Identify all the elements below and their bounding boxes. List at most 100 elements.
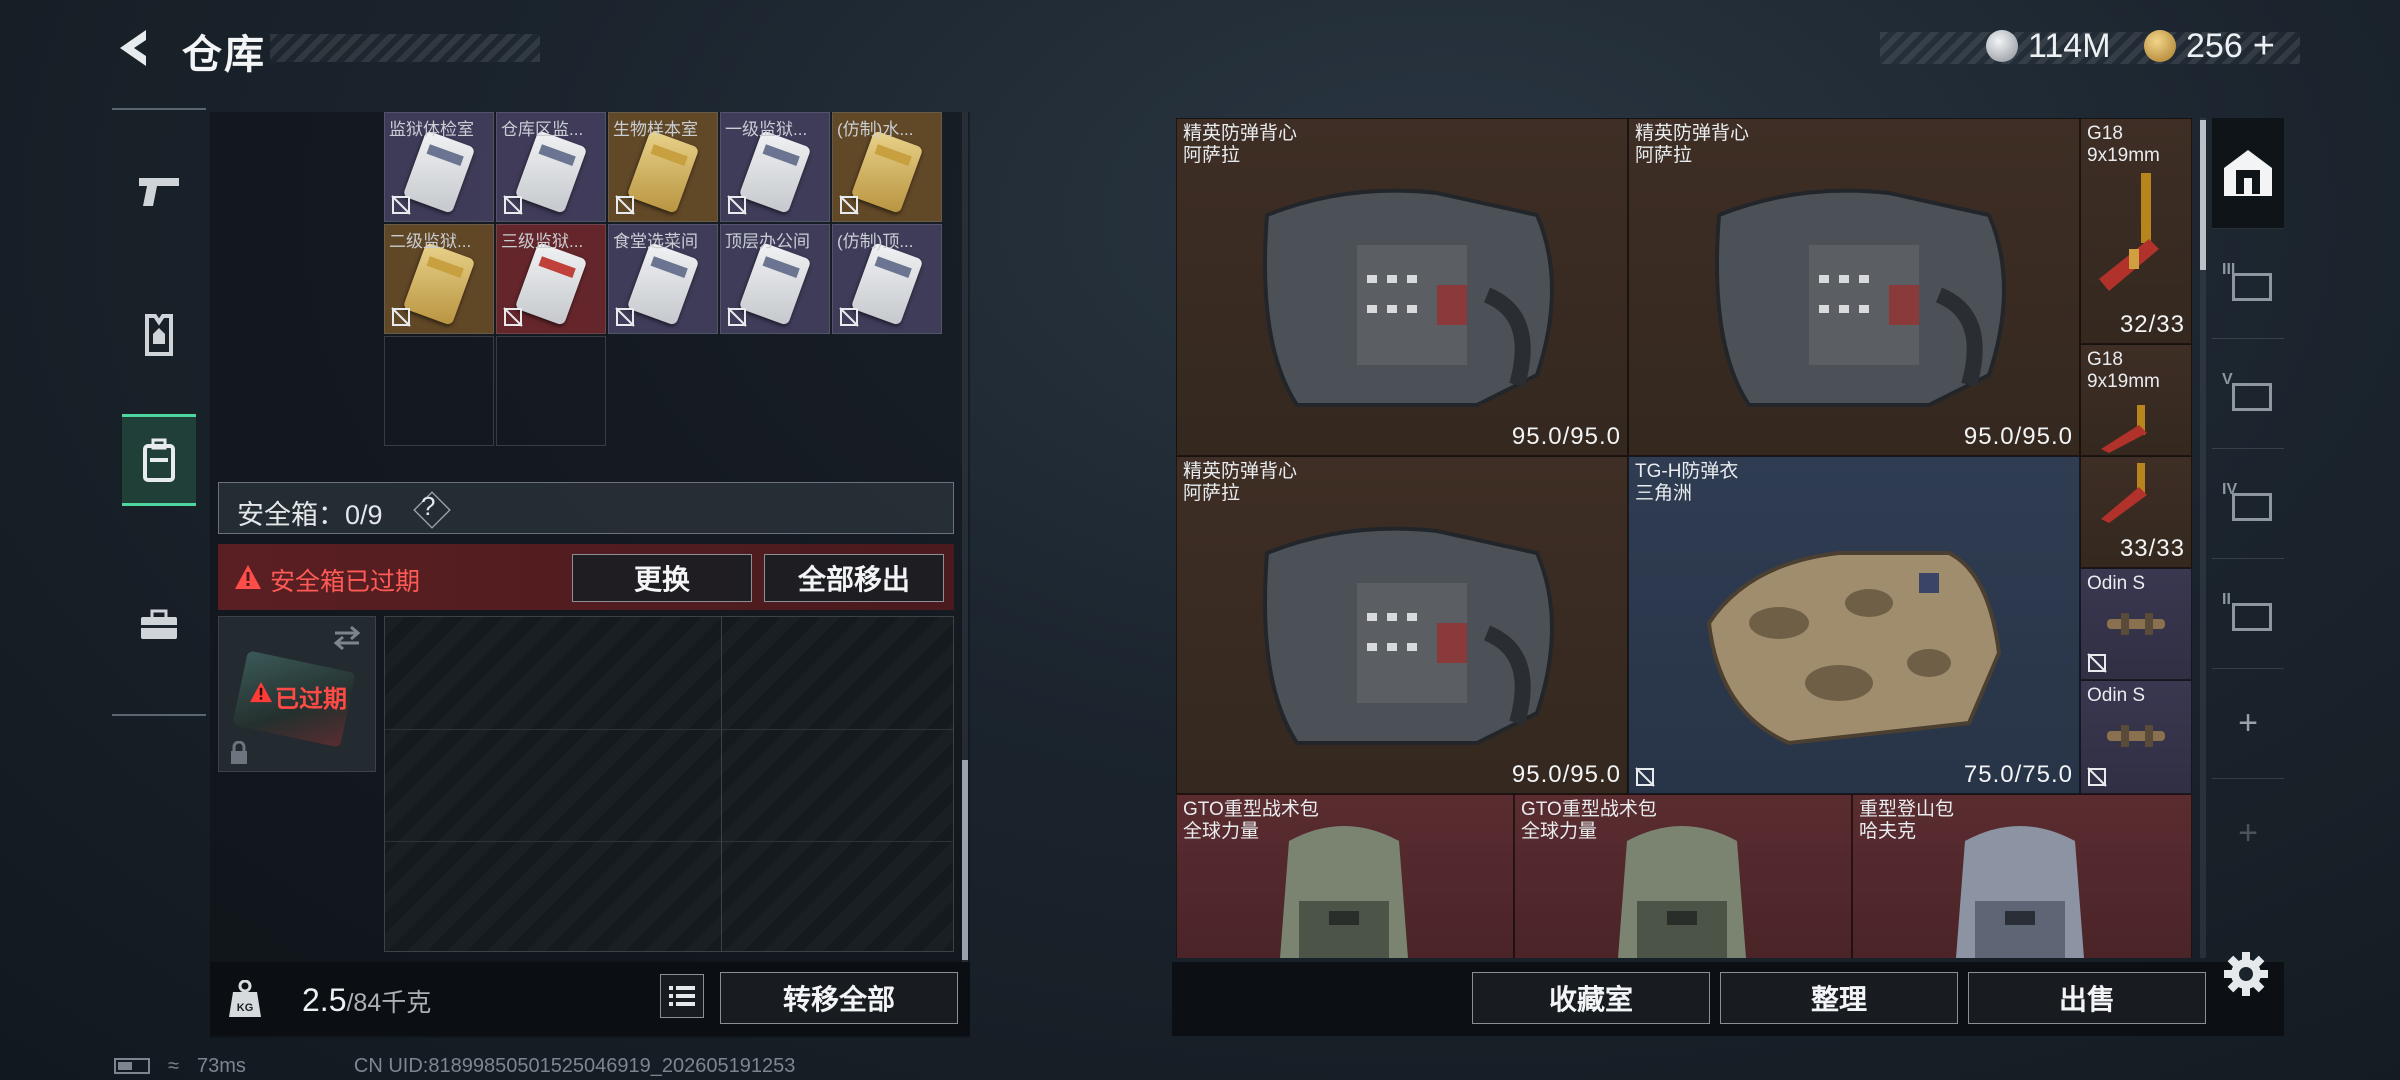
inventory-scroll-thumb[interactable]: [962, 760, 968, 960]
item-name: Odin S: [2087, 685, 2146, 706]
scope-image: [2107, 725, 2165, 747]
item-brand: 阿萨拉: [1183, 145, 1241, 166]
stash-item[interactable]: GTO重型战术包 全球力量: [1176, 794, 1514, 958]
empty-slot[interactable]: [384, 336, 494, 446]
keycard-label: 食堂选菜间: [613, 232, 698, 251]
left-category-nav: [112, 108, 206, 716]
page-title: 仓库: [182, 33, 266, 77]
item-name: G18: [2087, 349, 2123, 370]
no-bind-icon: [727, 195, 747, 215]
toolbox-icon: [141, 609, 177, 639]
nav-tools[interactable]: [122, 580, 196, 670]
item-caliber: 9x19mm: [2087, 371, 2160, 392]
keycard-label: 顶层办公间: [725, 232, 810, 251]
add-gold-icon[interactable]: +: [2253, 25, 2275, 68]
item-name: 重型登山包: [1859, 799, 1955, 820]
tactical-bag-image: [1280, 826, 1408, 958]
tab-stash-5[interactable]: V: [2212, 338, 2284, 449]
battery-icon: [114, 1058, 150, 1074]
keycard-slot[interactable]: 仓库区监...: [496, 112, 606, 222]
keycard-label: (仿制)顶...: [837, 232, 914, 251]
stash-tabs: III V IV II + +: [2212, 118, 2284, 958]
nav-weapons[interactable]: [122, 146, 196, 236]
stash-item[interactable]: Odin S: [2080, 680, 2192, 794]
swap-icon[interactable]: [331, 625, 363, 651]
stash-item[interactable]: 33/33: [2080, 456, 2192, 568]
warning-icon: [250, 681, 272, 703]
tab-add-stash[interactable]: +: [2212, 668, 2284, 779]
add-tab-disabled-icon: +: [2238, 813, 2258, 852]
keycard-slot[interactable]: 食堂选菜间: [608, 224, 718, 334]
stash-grid: 精英防弹背心 阿萨拉 95.0/95.0 精英防弹背心 阿萨拉 95.0/95.0 …: [1176, 118, 2192, 958]
keycard-image: [738, 242, 812, 326]
nav-backpack[interactable]: [122, 414, 196, 506]
weight-readout: 2.5/84千克: [302, 982, 431, 1019]
stash-item[interactable]: GTO重型战术包 全球力量: [1514, 794, 1852, 958]
silver-amount: 114M: [2028, 26, 2111, 65]
stash-item[interactable]: 精英防弹背心 阿萨拉 95.0/95.0: [1628, 118, 2080, 456]
safebox-grid[interactable]: [384, 616, 954, 952]
elite-vest-image: [1263, 526, 1554, 745]
keycard-slot[interactable]: 三级监狱...: [496, 224, 606, 334]
stash-3-icon: III: [2222, 261, 2274, 305]
keycard-slot[interactable]: 二级监狱...: [384, 224, 494, 334]
svg-text:KG: KG: [237, 1002, 254, 1014]
back-arrow-icon[interactable]: [112, 26, 156, 70]
remove-all-button[interactable]: 全部移出: [764, 554, 944, 602]
weight-icon: KG: [229, 980, 261, 1017]
magazine-image: [2099, 173, 2159, 291]
gold-amount: 256: [2186, 26, 2243, 65]
keycard-image: [850, 130, 924, 214]
no-bind-icon: [503, 195, 523, 215]
tab-main-stash[interactable]: [2212, 118, 2284, 229]
stash-scroll-thumb[interactable]: [2200, 120, 2206, 270]
safebox-capacity: 安全箱：0/9: [237, 500, 383, 530]
keycard-slot[interactable]: (仿制)顶...: [832, 224, 942, 334]
keycard-slot[interactable]: 顶层办公间: [720, 224, 830, 334]
keycard-label: 仓库区监...: [501, 120, 584, 139]
stash-item[interactable]: 重型登山包 哈夫克: [1852, 794, 2192, 958]
sort-button[interactable]: 整理: [1720, 972, 1958, 1024]
collection-room-button[interactable]: 收藏室: [1472, 972, 1710, 1024]
list-view-button[interactable]: [660, 974, 704, 1018]
warning-icon: [235, 565, 261, 589]
replace-button[interactable]: 更换: [572, 554, 752, 602]
stash-item[interactable]: G18 9x19mm 32/33: [2080, 118, 2192, 344]
keycard-label: 三级监狱...: [501, 232, 584, 251]
expired-message: 安全箱已过期: [270, 568, 421, 596]
top-bar: 仓库 114M 256 +: [0, 0, 2400, 100]
magazine-image: [2101, 463, 2147, 523]
empty-slot[interactable]: [496, 336, 606, 446]
wifi-icon: ≈: [168, 1054, 179, 1077]
tab-numeral: II: [2222, 591, 2231, 608]
silver-currency[interactable]: 114M: [1986, 24, 2111, 68]
durability: 95.0/95.0: [1511, 761, 1621, 788]
inventory-footer: KG 2.5/84千克 转移全部: [210, 962, 970, 1036]
nav-armor[interactable]: [122, 290, 196, 380]
stash-item[interactable]: Odin S: [2080, 568, 2192, 680]
keycard-image: [514, 130, 588, 214]
safebox-case-slot[interactable]: 已过期: [218, 616, 376, 772]
durability: 95.0/95.0: [1963, 423, 2073, 450]
scope-image: [2107, 613, 2165, 635]
stash-item[interactable]: G18 9x19mm: [2080, 344, 2192, 456]
tab-stash-2[interactable]: II: [2212, 558, 2284, 669]
sell-button[interactable]: 出售: [1968, 972, 2206, 1024]
keycard-slot[interactable]: 监狱体检室: [384, 112, 494, 222]
keycard-slot[interactable]: 生物样本室: [608, 112, 718, 222]
keycard-slot[interactable]: 一级监狱...: [720, 112, 830, 222]
stash-item[interactable]: 精英防弹背心 阿萨拉 95.0/95.0: [1176, 118, 1628, 456]
tab-stash-4[interactable]: IV: [2212, 448, 2284, 559]
item-brand: 全球力量: [1521, 821, 1598, 842]
keycard-image: [402, 130, 476, 214]
stash-item[interactable]: TG-H防弹衣 三角洲 75.0/75.0: [1628, 456, 2080, 794]
tab-stash-3[interactable]: III: [2212, 228, 2284, 339]
keycard-slot[interactable]: (仿制)水...: [832, 112, 942, 222]
transfer-all-button[interactable]: 转移全部: [720, 972, 958, 1024]
stash-item[interactable]: 精英防弹背心 阿萨拉 95.0/95.0: [1176, 456, 1628, 794]
settings-gear-icon[interactable]: [2222, 950, 2270, 998]
item-name: TG-H防弹衣: [1635, 461, 1739, 482]
gold-currency[interactable]: 256 +: [2144, 24, 2275, 68]
no-bind-icon: [1635, 767, 1655, 787]
ping-readout: 73ms: [196, 1054, 246, 1077]
